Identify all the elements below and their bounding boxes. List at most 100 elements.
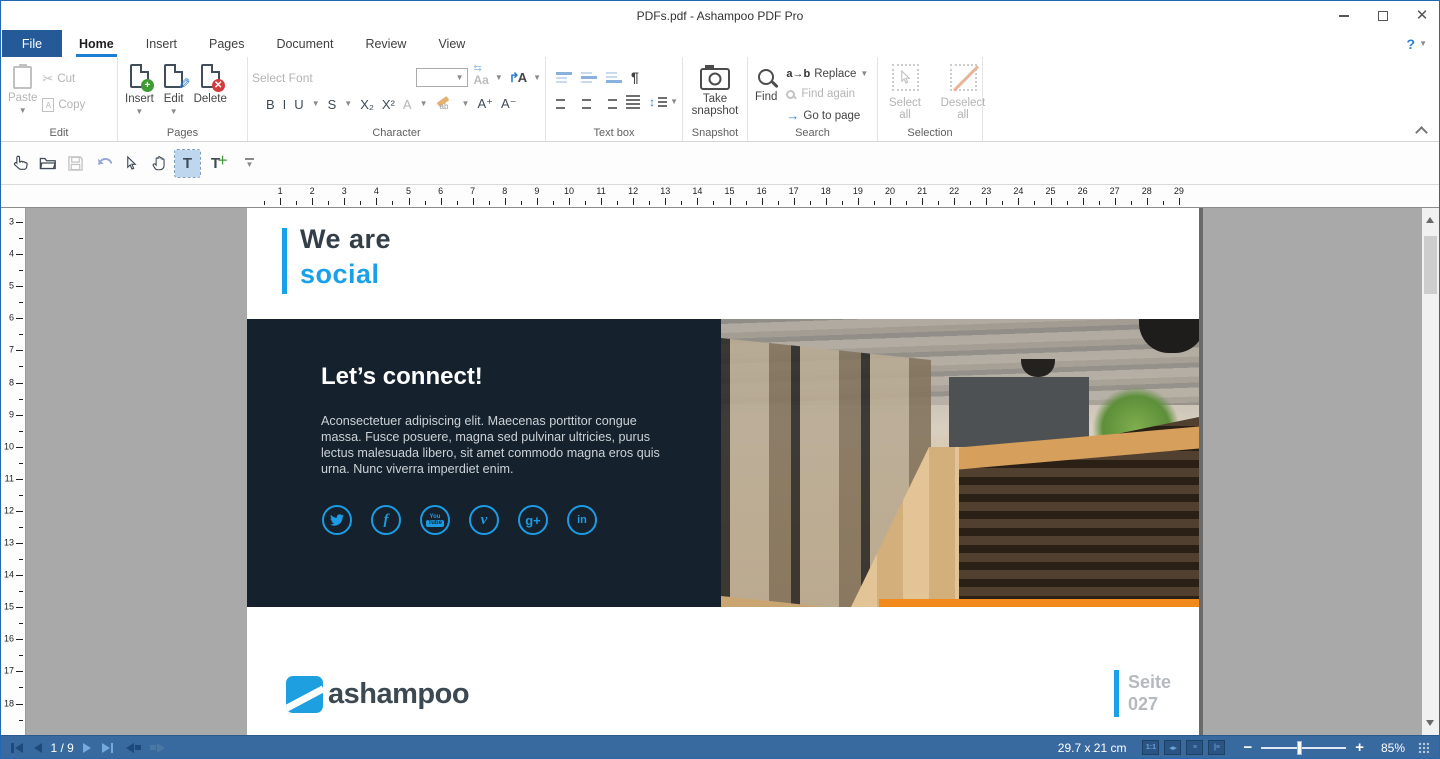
- cut-button[interactable]: ✂ Cut: [40, 70, 87, 88]
- tab-home[interactable]: Home: [64, 30, 129, 57]
- first-page-button[interactable]: [11, 743, 23, 753]
- actual-size-button[interactable]: 1:1: [1142, 740, 1159, 755]
- add-text-tool-button[interactable]: T＋: [203, 150, 228, 177]
- quick-toolbar: T T＋ ▼: [1, 142, 1439, 184]
- underline-button[interactable]: U: [294, 97, 303, 112]
- text-direction-icon[interactable]: ↱A: [509, 70, 527, 86]
- last-page-button[interactable]: [102, 743, 114, 753]
- find-button[interactable]: Find: [752, 62, 780, 105]
- zoom-slider-handle[interactable]: [1297, 741, 1302, 755]
- tab-view[interactable]: View: [423, 30, 480, 57]
- fit-width-button[interactable]: ◂▸: [1164, 740, 1181, 755]
- strikethrough-caret[interactable]: ▼: [344, 100, 352, 108]
- toolbar-options-button[interactable]: ▼: [237, 150, 262, 177]
- delete-page-button[interactable]: ✕ Delete: [191, 62, 230, 107]
- footer-brand-text[interactable]: ashampoo: [328, 678, 469, 711]
- previous-view-button[interactable]: [126, 743, 141, 753]
- zoom-in-button[interactable]: +: [1355, 742, 1364, 754]
- next-page-button[interactable]: [83, 743, 91, 753]
- help-dropdown-caret[interactable]: ▼: [1419, 40, 1427, 48]
- align-left-icon[interactable]: [556, 95, 570, 109]
- dark-panel: Let’s connect! Aconsectetuer adipiscing …: [247, 319, 1199, 607]
- align-text-top-icon[interactable]: [556, 70, 572, 84]
- office-photo: [721, 319, 1199, 607]
- highlight-caret[interactable]: ▼: [462, 100, 470, 108]
- font-color-caret[interactable]: ▼: [420, 100, 428, 108]
- paragraph-marks-icon[interactable]: ¶: [631, 69, 639, 85]
- change-case-caret[interactable]: ▼: [495, 74, 503, 82]
- page-heading-line1[interactable]: We are: [300, 224, 391, 255]
- highlight-icon[interactable]: ab: [436, 97, 454, 111]
- window-title: PDFs.pdf - Ashampoo PDF Pro: [637, 9, 804, 23]
- underline-caret[interactable]: ▼: [312, 100, 320, 108]
- paste-button[interactable]: Paste ▼: [5, 62, 40, 117]
- next-view-button[interactable]: [150, 743, 165, 753]
- text-direction-caret[interactable]: ▼: [533, 74, 541, 82]
- insert-dropdown-caret[interactable]: ▼: [135, 108, 143, 116]
- ribbon-group-search: Find a→b Replace ▼ Find again → Go to pa…: [748, 57, 878, 141]
- select-tool-button[interactable]: [119, 150, 144, 177]
- previous-page-button[interactable]: [34, 743, 42, 753]
- connect-heading[interactable]: Let’s connect!: [321, 363, 483, 391]
- zoom-slider[interactable]: [1261, 747, 1346, 749]
- take-snapshot-button[interactable]: Take snapshot: [685, 62, 745, 119]
- scrollbar-thumb[interactable]: [1424, 236, 1437, 294]
- shrink-font-button[interactable]: A⁻: [501, 96, 517, 112]
- replace-button[interactable]: a→b Replace ▼: [784, 67, 870, 81]
- scroll-up-arrow[interactable]: [1426, 217, 1434, 223]
- strikethrough-button[interactable]: S: [328, 97, 337, 112]
- replace-caret[interactable]: ▼: [860, 70, 868, 78]
- tab-review[interactable]: Review: [350, 30, 421, 57]
- align-text-middle-icon[interactable]: [581, 70, 597, 84]
- subscript-button[interactable]: X₂: [360, 97, 374, 112]
- minimize-button[interactable]: [1337, 9, 1351, 23]
- edit-dropdown-caret[interactable]: ▼: [170, 108, 178, 116]
- zoom-out-button[interactable]: −: [1243, 742, 1252, 754]
- tab-insert[interactable]: Insert: [131, 30, 192, 57]
- maximize-button[interactable]: [1376, 9, 1390, 23]
- insert-page-button[interactable]: + Insert ▼: [122, 62, 157, 118]
- select-all-button[interactable]: Select all: [882, 62, 928, 123]
- collapse-ribbon-button[interactable]: [1417, 125, 1425, 133]
- resize-grip[interactable]: [1418, 742, 1429, 753]
- bold-button[interactable]: B: [266, 97, 275, 112]
- go-to-page-button[interactable]: → Go to page: [784, 107, 870, 124]
- vertical-scrollbar[interactable]: [1422, 208, 1439, 735]
- footer-page-label[interactable]: Seite 027: [1128, 671, 1171, 715]
- close-button[interactable]: ✕: [1415, 9, 1429, 23]
- align-center-icon[interactable]: [579, 95, 593, 109]
- save-button[interactable]: [63, 150, 88, 177]
- continuous-view-button[interactable]: |≡: [1208, 740, 1225, 755]
- deselect-all-button[interactable]: Deselect all: [936, 62, 990, 123]
- italic-button[interactable]: I: [283, 97, 287, 112]
- line-spacing-icon[interactable]: ↕ ▼: [649, 95, 678, 109]
- undo-button[interactable]: [91, 150, 116, 177]
- font-color-button[interactable]: A: [403, 97, 412, 112]
- grow-font-button[interactable]: A⁺: [477, 96, 493, 112]
- scroll-down-arrow[interactable]: [1426, 720, 1434, 726]
- pdf-page[interactable]: We are social Let’s connect! Aconsectetu…: [247, 208, 1199, 735]
- connect-body-text[interactable]: Aconsectetuer adipiscing elit. Maecenas …: [321, 413, 663, 477]
- tab-pages[interactable]: Pages: [194, 30, 259, 57]
- edit-text-tool-button[interactable]: T: [175, 150, 200, 177]
- copy-button[interactable]: Copy: [40, 97, 87, 113]
- help-icon[interactable]: ?: [1407, 36, 1416, 52]
- file-menu-button[interactable]: File: [2, 30, 62, 57]
- page-size-label: 29.7 x 21 cm: [1058, 741, 1127, 755]
- footer-accent-bar: [1114, 670, 1119, 717]
- align-right-icon[interactable]: [603, 95, 617, 109]
- tab-document[interactable]: Document: [261, 30, 348, 57]
- find-again-button[interactable]: Find again: [784, 87, 870, 101]
- change-case-icon[interactable]: Aa: [474, 69, 489, 87]
- pan-tool-button[interactable]: [147, 150, 172, 177]
- hand-pointer-tool-button[interactable]: [7, 150, 32, 177]
- page-heading-line2[interactable]: social: [300, 259, 380, 290]
- open-file-button[interactable]: [35, 150, 60, 177]
- window-controls: ✕: [1337, 1, 1429, 30]
- edit-page-button[interactable]: ✎ Edit ▼: [161, 62, 187, 118]
- align-text-bottom-icon[interactable]: [606, 70, 622, 84]
- justify-icon[interactable]: [626, 95, 640, 109]
- superscript-button[interactable]: X²: [382, 97, 395, 112]
- font-size-combobox[interactable]: ▼: [416, 68, 468, 87]
- fit-page-button[interactable]: ≡: [1186, 740, 1203, 755]
